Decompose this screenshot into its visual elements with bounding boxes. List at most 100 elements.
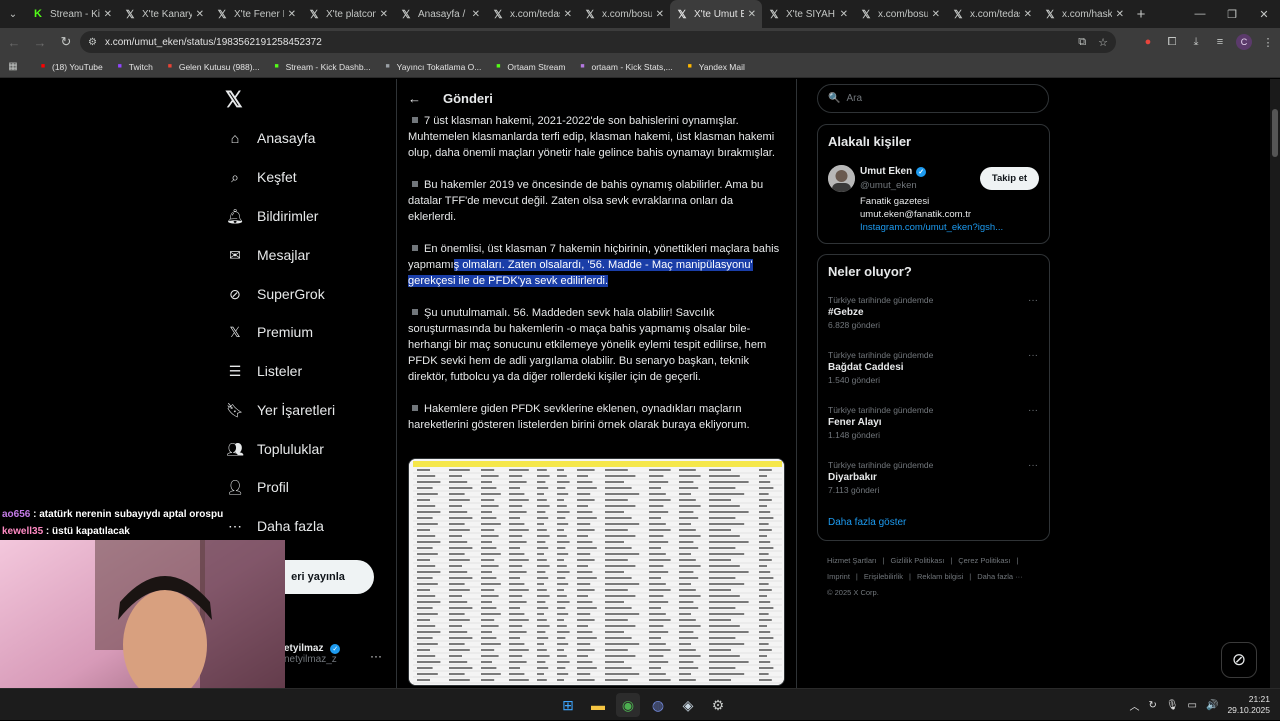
volume-icon[interactable]: 🔊 [1206,700,1218,711]
grok-icon[interactable]: ⊘ [1221,642,1257,678]
trend-item[interactable]: Türkiye tarihinde gündemde Diyarbakır 7.11… [828,460,1040,495]
more-options-icon[interactable]: ··· [1028,460,1038,471]
x-logo-icon[interactable]: 𝕏 [225,89,247,111]
sidebar-item-premium[interactable]: 𝕏 Premium [226,317,313,347]
tray-chevron-icon[interactable]: ︿ [1129,698,1139,713]
microphone-icon[interactable]: 🎙 [1166,700,1179,711]
browser-tab[interactable]: 𝕏 X'te Fener M ✕ [210,0,302,28]
new-tab-button[interactable]: + [1130,6,1152,23]
browser-tab[interactable]: 𝕏 X'te SİYAH S ✕ [762,0,854,28]
more-options-icon[interactable]: ··· [1028,405,1038,416]
show-more-link[interactable]: Daha fazla göster [828,517,906,528]
minimize-icon[interactable]: — [1184,0,1216,28]
file-explorer-icon[interactable]: ▬ [586,693,610,717]
close-tab-icon[interactable]: ✕ [1116,9,1124,20]
scroll-thumb[interactable] [1272,109,1278,157]
footer-link[interactable]: Reklam bilgisi [917,572,963,581]
bookmark-item[interactable]: ■ ortaam - Kick Stats,... [578,62,672,72]
back-icon[interactable]: ← [2,30,26,54]
bookmark-item[interactable]: ■ Yayıncı Tokatlama O... [383,62,482,72]
browser-tab[interactable]: 𝕏x.com/hasku ✕ [1038,0,1130,28]
close-tab-icon[interactable]: ✕ [472,9,480,20]
scrollbar[interactable] [1270,79,1280,688]
browser-tab[interactable]: K Stream - Kick ✕ [26,0,118,28]
close-tab-icon[interactable]: ✕ [840,9,848,20]
close-tab-icon[interactable]: ✕ [288,9,296,20]
display-icon[interactable]: ▭ [1188,700,1197,711]
chrome-menu-icon[interactable]: ⋮ [1256,28,1280,56]
back-arrow-icon[interactable]: ← [408,91,426,106]
sidebar-item-profil[interactable]: 👤︎ Profil [226,472,289,502]
more-options-icon[interactable]: ··· [1028,295,1038,306]
follow-button[interactable]: Takip et [980,167,1039,190]
sidebar-item-anasayfa[interactable]: ⌂ Anasayfa [226,123,316,153]
avatar[interactable] [828,165,855,192]
browser-tab[interactable]: 𝕏x.com/tedas ✕ [946,0,1038,28]
close-tab-icon[interactable]: ✕ [932,9,940,20]
search-input[interactable]: 🔍 Ara [817,84,1049,113]
clock[interactable]: 21:21 29.10.2025 [1227,694,1270,716]
steam-icon[interactable]: ◈ [676,693,700,717]
tweet-image-spreadsheet[interactable] [408,458,785,686]
bookmark-item[interactable]: ■ Ortaam Stream [493,62,565,72]
apps-grid-icon[interactable]: ▦ [0,61,26,72]
browser-tab[interactable]: 𝕏 X'te Kanarya ✕ [118,0,210,28]
browser-tab[interactable]: 𝕏x.com/tedas ✕ [486,0,578,28]
trend-item[interactable]: Türkiye tarihinde gündemde Bağdat Caddesi… [828,350,1040,385]
extension-icon[interactable]: ● [1136,28,1160,56]
tab-search-chevron-icon[interactable]: ⌄ [0,0,26,28]
bookmark-item[interactable]: ■ Stream - Kick Dashb... [272,62,371,72]
windows-start-icon[interactable]: ⊞ [556,693,580,717]
browser-tab[interactable]: 𝕏x.com/bosun ✕ [854,0,946,28]
footer-link[interactable]: Imprint [827,572,850,581]
close-tab-icon[interactable]: ✕ [748,9,756,20]
sidebar-item-topluluklar[interactable]: 👥︎ Topluluklar [226,434,324,464]
close-tab-icon[interactable]: ✕ [656,9,664,20]
discord-icon[interactable]: ◍ [646,693,670,717]
close-tab-icon[interactable]: ✕ [1024,9,1032,20]
restore-icon[interactable]: ❐ [1216,0,1248,28]
site-info-icon[interactable]: ⚙ [88,37,97,48]
profile-avatar[interactable]: C [1236,34,1252,50]
trend-item[interactable]: Türkiye tarihinde gündemde #Gebze 6.828 gö… [828,295,1040,330]
sidebar-item-listeler[interactable]: ☰ Listeler [226,356,302,386]
download-icon[interactable]: ⤓ [1184,28,1208,56]
footer-link[interactable]: © 2025 X Corp. [827,588,879,597]
sidebar-item-supergrok[interactable]: ⊘ SuperGrok [226,279,325,309]
address-bar[interactable]: ⚙ x.com/umut_eken/status/198356219125845… [80,31,1116,53]
browser-tab[interactable]: 𝕏x.com/bosun ✕ [578,0,670,28]
footer-link[interactable]: Daha fazla ··· [977,572,1022,581]
bookmark-item[interactable]: ■ Yandex Mail [685,62,745,72]
bookmark-item[interactable]: ■ Gelen Kutusu (988)... [165,62,260,72]
bookmark-item[interactable]: ■ Twitch [115,62,153,72]
settings-icon[interactable]: ⚙ [706,693,730,717]
bookmark-star-icon[interactable]: ☆ [1098,36,1108,49]
close-window-icon[interactable]: ✕ [1248,0,1280,28]
forward-icon[interactable]: → [28,30,52,54]
footer-link[interactable]: Gizlilik Politikası [891,556,945,565]
reload-icon[interactable]: ↻ [54,30,78,54]
account-more-icon[interactable]: ··· [370,649,382,663]
sidebar-item-keşfet[interactable]: ⌕ Keşfet [226,162,297,192]
sidebar-item-daha-fazla[interactable]: ⋯ Daha fazla [226,511,324,541]
bio-link[interactable]: Instagram.com/umut_eken?igsh... [860,221,1003,234]
account-switcher[interactable]: etyilmaz ✓ netyilmaz_z [284,643,341,665]
chrome-icon[interactable]: ◉ [616,693,640,717]
close-tab-icon[interactable]: ✕ [564,9,572,20]
puzzle-extensions-icon[interactable]: ⧠ [1160,28,1184,56]
close-tab-icon[interactable]: ✕ [104,9,112,20]
trend-item[interactable]: Türkiye tarihinde gündemde Fener Alayı 1.1… [828,405,1040,440]
close-tab-icon[interactable]: ✕ [380,9,388,20]
more-options-icon[interactable]: ··· [1028,350,1038,361]
install-app-icon[interactable]: ⧉ [1078,36,1086,49]
tray-app-icon[interactable]: ↻ [1148,700,1156,711]
browser-tab[interactable]: 𝕏 Anasayfa / X ✕ [394,0,486,28]
browser-tab[interactable]: 𝕏 X'te platcom ✕ [302,0,394,28]
footer-link[interactable]: Çerez Politikası [958,556,1010,565]
browser-tab[interactable]: 𝕏 X'te Umut Ek ✕ [670,0,762,28]
sidebar-item-bildirimler[interactable]: 🔔︎ Bildirimler [226,201,318,231]
close-tab-icon[interactable]: ✕ [196,9,204,20]
sidebar-item-yer-i-şaretleri[interactable]: 🔖︎ Yer İşaretleri [226,395,335,425]
bookmark-item[interactable]: ■ (18) YouTube [38,62,103,72]
reading-list-icon[interactable]: ≡ [1208,28,1232,56]
